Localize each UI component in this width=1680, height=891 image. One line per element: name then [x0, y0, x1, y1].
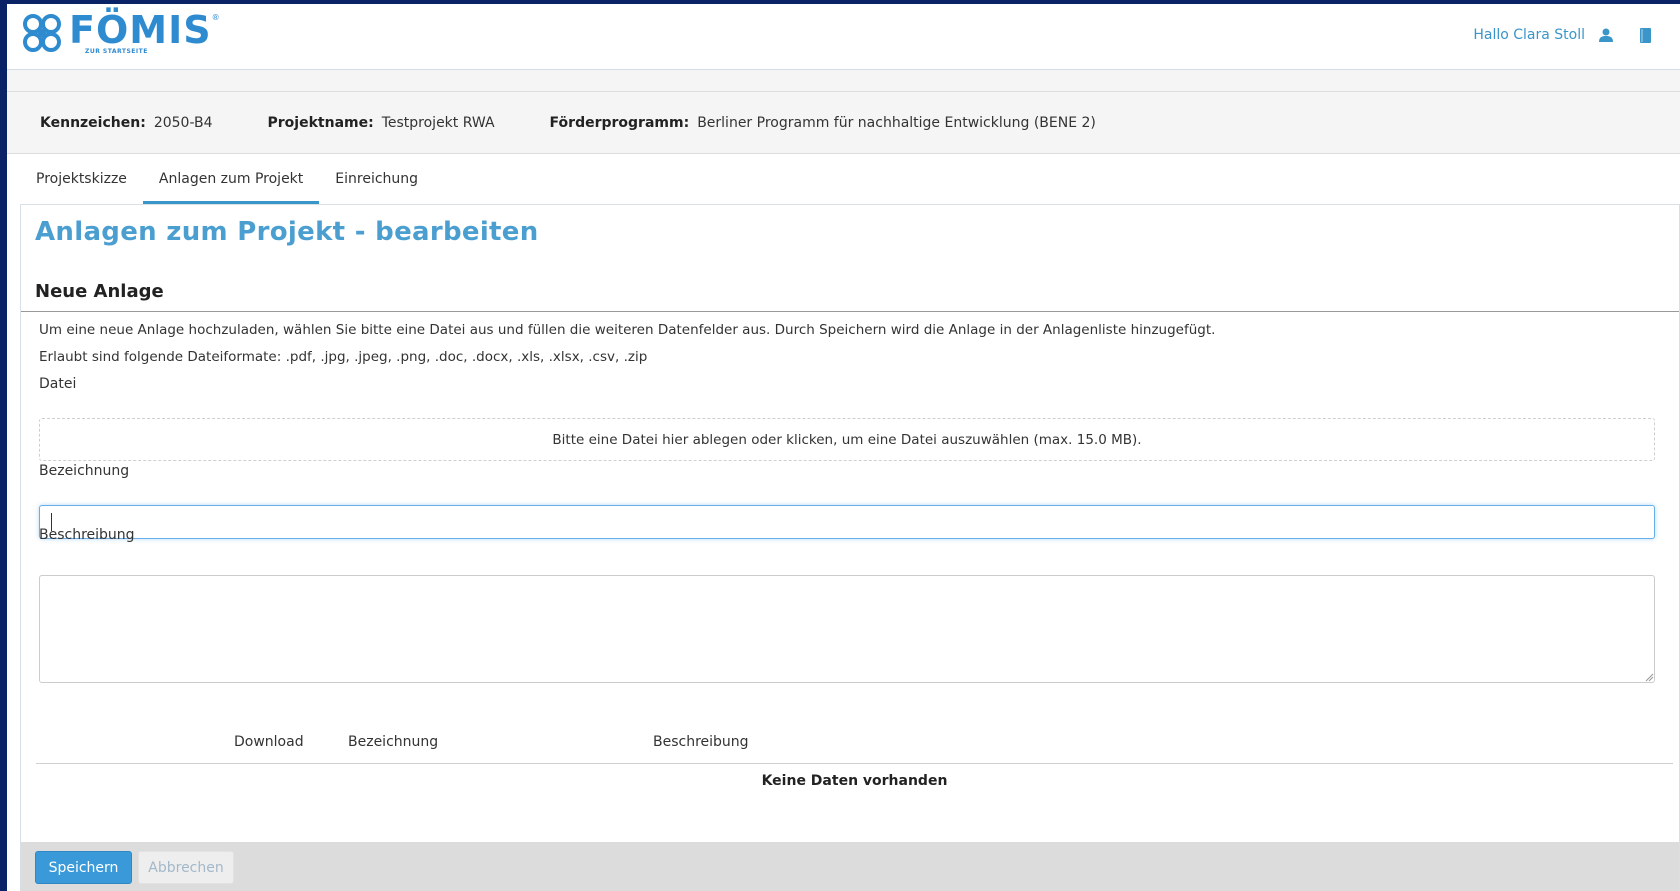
tab-einreichung[interactable]: Einreichung — [319, 154, 434, 205]
projektname-info: Projektname: Testprojekt RWA — [268, 115, 495, 131]
page-title: Anlagen zum Projekt - bearbeiten — [35, 217, 539, 247]
kennzeichen-info: Kennzeichen: 2050-B4 — [40, 115, 213, 131]
bezeichnung-label: Bezeichnung — [39, 463, 130, 479]
kennzeichen-value: 2050-B4 — [153, 114, 213, 131]
foemis-logo-icon — [23, 14, 61, 52]
tab-projektskizze[interactable]: Projektskizze — [20, 154, 143, 205]
save-button[interactable]: Speichern — [35, 851, 132, 884]
project-info-bar: Kennzeichen: 2050-B4 Projektname: Testproj… — [7, 92, 1680, 154]
column-header-bezeichnung[interactable]: Bezeichnung — [348, 734, 438, 750]
top-navbar: FÖMIS ® ZUR STARTSEITE Hallo Clara Stoll — [7, 4, 1680, 70]
column-header-download[interactable]: Download — [234, 734, 304, 750]
bezeichnung-input[interactable] — [39, 505, 1655, 539]
resize-handle-icon[interactable] — [1645, 673, 1654, 682]
table-empty-message: Keine Daten vorhanden — [761, 773, 948, 789]
user-area: Hallo Clara Stoll — [1473, 27, 1652, 43]
book-icon[interactable] — [1639, 27, 1652, 43]
app-window: FÖMIS ® ZUR STARTSEITE Hallo Clara Stoll… — [7, 4, 1680, 891]
upload-instructions: Um eine neue Anlage hochzuladen, wählen … — [39, 322, 1216, 338]
beschreibung-textarea[interactable] — [39, 575, 1655, 683]
tab-anlagen-zum-projekt[interactable]: Anlagen zum Projekt — [142, 154, 320, 205]
section-title: Neue Anlage — [35, 281, 164, 302]
foerderprogramm-label: Förderprogramm: — [549, 114, 690, 131]
header-spacer — [7, 70, 1680, 92]
file-dropzone[interactable]: Bitte eine Datei hier ablegen oder klick… — [39, 418, 1655, 461]
projektname-label: Projektname: — [267, 114, 374, 131]
attachments-panel: Anlagen zum Projekt - bearbeiten Neue An… — [20, 204, 1680, 891]
file-label: Datei — [39, 376, 77, 392]
project-tabs: Projektskizze Anlagen zum Projekt Einrei… — [20, 154, 434, 205]
attachments-table-header: Download Bezeichnung Beschreibung — [36, 723, 1673, 764]
allowed-formats: Erlaubt sind folgende Dateiformate: .pdf… — [39, 349, 648, 365]
user-icon[interactable] — [1599, 28, 1613, 42]
column-header-beschreibung[interactable]: Beschreibung — [653, 734, 749, 750]
logo-name: FÖMIS — [69, 8, 212, 52]
foerderprogramm-info: Förderprogramm: Berliner Programm für nac… — [550, 115, 1096, 131]
logo-wordmark: FÖMIS ® ZUR STARTSEITE — [69, 8, 220, 55]
kennzeichen-label: Kennzeichen: — [40, 114, 146, 131]
cancel-button[interactable]: Abbrechen — [138, 851, 234, 884]
user-greeting[interactable]: Hallo Clara Stoll — [1473, 27, 1585, 43]
home-logo-link[interactable]: FÖMIS ® ZUR STARTSEITE — [19, 8, 220, 56]
projektname-value: Testprojekt RWA — [381, 114, 495, 131]
dropzone-text: Bitte eine Datei hier ablegen oder klick… — [552, 431, 1142, 448]
section-divider — [21, 311, 1679, 312]
foerderprogramm-value: Berliner Programm für nachhaltige Entwic… — [697, 114, 1096, 131]
beschreibung-label: Beschreibung — [39, 527, 135, 543]
logo-registered-mark: ® — [211, 13, 220, 22]
form-footer: Speichern Abbrechen — [21, 842, 1679, 891]
